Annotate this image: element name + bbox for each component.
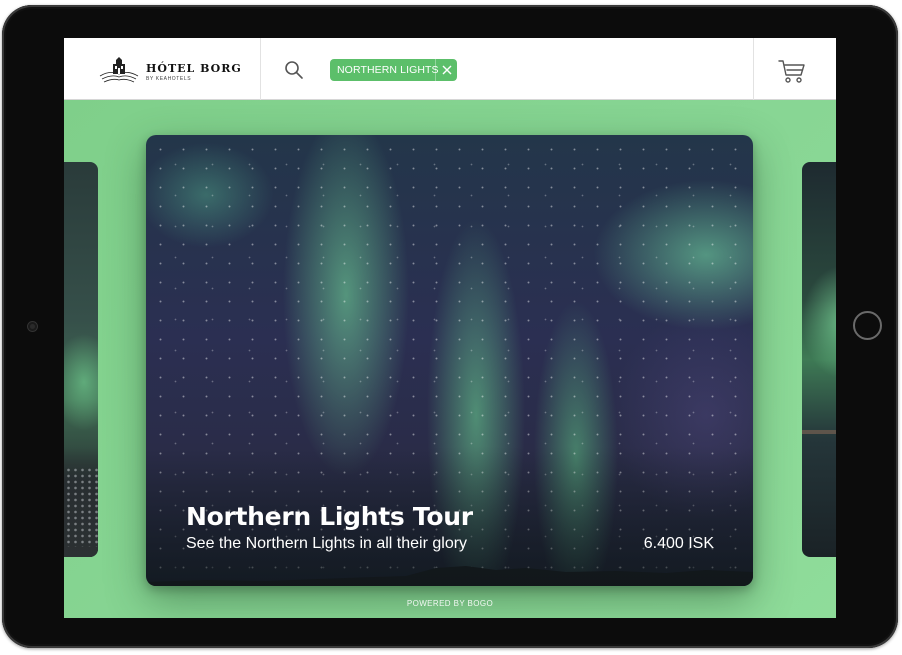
cart-button[interactable]: [753, 38, 836, 100]
hotel-logo-subtitle: BY KEAHOTELS: [146, 76, 192, 82]
carousel-card-previous[interactable]: [64, 162, 98, 557]
hotel-logo[interactable]: HÓTEL BORG BY KEAHOTELS: [64, 38, 261, 100]
carousel-card-active[interactable]: Northern Lights Tour See the Northern Li…: [146, 135, 753, 586]
hotel-logo-mark-icon: [99, 57, 139, 83]
card-price: 6.400 ISK: [643, 535, 714, 552]
search-icon: [285, 61, 303, 79]
tablet-device: HÓTEL BORG BY KEAHOTELS NORTHERN LIGHTS: [0, 0, 902, 655]
search-button[interactable]: [284, 60, 304, 80]
filter-chip-label: NORTHERN LIGHTS: [337, 64, 439, 76]
filter-chip-northern-lights[interactable]: NORTHERN LIGHTS: [330, 59, 457, 81]
filter-chip-remove-button[interactable]: [435, 59, 457, 81]
card-description: See the Northern Lights in all their glo…: [186, 535, 468, 552]
card-image-snow-texture: [64, 467, 98, 547]
top-bar: HÓTEL BORG BY KEAHOTELS NORTHERN LIGHTS: [64, 38, 836, 100]
front-camera: [28, 322, 37, 331]
cart-icon: [778, 60, 805, 83]
close-icon: [442, 65, 452, 75]
card-image-horizon: [802, 430, 836, 434]
card-title: Northern Lights Tour: [186, 502, 473, 531]
hotel-logo-title: HÓTEL BORG: [146, 62, 242, 75]
powered-by-footer: POWERED BY BOGO: [406, 599, 494, 608]
app-screen: HÓTEL BORG BY KEAHOTELS NORTHERN LIGHTS: [64, 38, 836, 618]
carousel-card-next[interactable]: [802, 162, 836, 557]
home-button[interactable]: [853, 311, 882, 340]
